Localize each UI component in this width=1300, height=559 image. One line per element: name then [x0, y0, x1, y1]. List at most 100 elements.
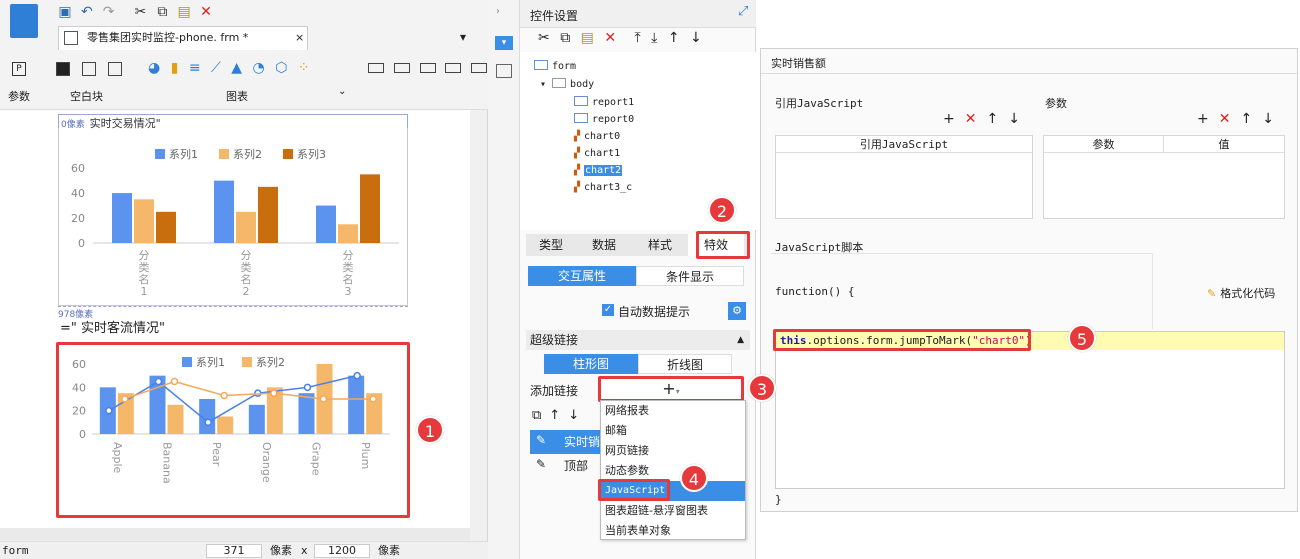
- param-down-icon[interactable]: ↓: [1262, 111, 1274, 127]
- brush-icon: ✎: [1207, 287, 1217, 300]
- tab-style[interactable]: 样式: [632, 234, 688, 256]
- x-tick-label: 名: [139, 272, 150, 286]
- tree-node-report1[interactable]: report1: [574, 94, 634, 111]
- horizontal-scrollbar[interactable]: [0, 528, 470, 540]
- x-tick-label: 类: [241, 260, 252, 274]
- cut-icon[interactable]: ✂: [131, 3, 149, 21]
- menu-web-report[interactable]: 网络报表: [601, 401, 745, 421]
- tree-node-body[interactable]: ▾ body: [540, 76, 594, 93]
- x-tick-label: 3: [345, 285, 352, 298]
- gauge-chart-icon[interactable]: ◔: [253, 60, 265, 76]
- combo-widget-icon[interactable]: [445, 63, 462, 73]
- move-down-icon[interactable]: ↓: [690, 30, 702, 46]
- pie-chart-icon[interactable]: ◕: [148, 60, 160, 76]
- ref-js-table[interactable]: 引用JavaScript: [775, 135, 1033, 219]
- chart-tab-line[interactable]: 折线图: [638, 354, 732, 374]
- copy-icon[interactable]: ⧉: [560, 30, 570, 46]
- subtab-interaction[interactable]: 交互属性: [528, 266, 636, 286]
- param-header: 参数: [1044, 136, 1164, 153]
- tab-type[interactable]: 类型: [526, 234, 576, 256]
- width-input[interactable]: 371: [206, 544, 262, 558]
- cut-icon[interactable]: ✂: [538, 30, 550, 46]
- tree-node-chart3[interactable]: ▞ chart3_c: [574, 179, 632, 196]
- tab-data[interactable]: 数据: [576, 234, 632, 256]
- menu-email[interactable]: 邮箱: [601, 421, 745, 441]
- menu-chart-float[interactable]: 图表超链-悬浮窗图表: [601, 501, 745, 521]
- tree-node-chart0[interactable]: ▞ chart0: [574, 128, 620, 145]
- code-editor[interactable]: this.options.form.jumpToMark("chart0"): [775, 331, 1285, 489]
- save-icon[interactable]: ▣: [56, 3, 74, 21]
- bar-chart-icon[interactable]: ▮: [171, 60, 179, 76]
- undo-icon[interactable]: ↶: [78, 3, 96, 21]
- add-param-icon[interactable]: +: [1197, 111, 1209, 127]
- add-link-label: 添加链接: [530, 384, 579, 398]
- label-widget-icon[interactable]: [393, 63, 410, 73]
- paste-icon[interactable]: ▤: [175, 3, 193, 21]
- scatter-chart-icon[interactable]: ⁘: [298, 60, 310, 76]
- step-badge-1: 1: [416, 416, 444, 444]
- pin-icon[interactable]: ▾: [460, 30, 466, 44]
- legend-label: 系列1: [169, 147, 198, 161]
- remove-param-icon[interactable]: ✕: [1219, 111, 1231, 127]
- param-up-icon[interactable]: ↑: [1240, 111, 1252, 127]
- remove-js-icon[interactable]: ✕: [965, 111, 977, 127]
- redo-icon[interactable]: ↷: [100, 3, 118, 21]
- gear-icon[interactable]: ⚙: [728, 302, 746, 320]
- delete-icon[interactable]: ✕: [197, 3, 215, 21]
- move-bottom-icon[interactable]: ⤓: [651, 30, 657, 46]
- subtab-condition[interactable]: 条件显示: [636, 266, 744, 286]
- tree-node-chart1[interactable]: ▞ chart1: [574, 145, 620, 162]
- link-up-icon[interactable]: ↑: [549, 408, 560, 423]
- component-icon[interactable]: [496, 64, 512, 78]
- line-chart-icon[interactable]: ⟋: [211, 60, 221, 76]
- expand-icon[interactable]: ⌄: [338, 86, 346, 97]
- menu-dynamic-param[interactable]: 动态参数: [601, 461, 745, 481]
- delete-icon[interactable]: ✕: [604, 30, 616, 46]
- tab-block-icon[interactable]: [81, 62, 96, 76]
- chart-tab-bar[interactable]: 柱形图: [544, 354, 638, 374]
- add-js-icon[interactable]: +: [943, 111, 955, 127]
- copy-link-icon[interactable]: ⧉: [532, 408, 541, 423]
- move-top-icon[interactable]: ⤒: [635, 30, 641, 46]
- file-tab-title: 零售集团实时监控-phone. frm *: [87, 31, 249, 44]
- copy-icon[interactable]: ⧉: [153, 3, 171, 21]
- link-down-icon[interactable]: ↓: [568, 408, 579, 423]
- pixel-marker-text: 0像素: [61, 120, 85, 130]
- menu-web-link[interactable]: 网页链接: [601, 441, 745, 461]
- height-input[interactable]: 1200: [314, 544, 370, 558]
- date-widget-icon[interactable]: [471, 63, 488, 73]
- tree-node-report0[interactable]: report0: [574, 111, 634, 128]
- widget-settings-icon[interactable]: ▾: [495, 36, 513, 50]
- edit-icon[interactable]: ✎: [536, 433, 546, 447]
- format-code-button[interactable]: ✎ 格式化代码: [1207, 285, 1275, 301]
- design-canvas[interactable]: 系列1 系列2 系列3 0 20 40 60 分类名 1 分类名 2 分类名 3 0像素 实时交易情况"…: [0, 110, 470, 528]
- step-badge-4: 4: [680, 464, 708, 492]
- move-up-icon[interactable]: ↑: [668, 30, 680, 46]
- bar-chart-1: 系列1 系列2 系列30204060分类名1分类名2分类名3: [71, 147, 399, 298]
- pin-panel-icon[interactable]: ⤢: [738, 4, 748, 19]
- file-tab[interactable]: 零售集团实时监控-phone. frm * ×: [58, 26, 308, 50]
- menu-current-form[interactable]: 当前表单对象: [601, 521, 745, 541]
- highlight-box-3: [598, 376, 744, 402]
- edit-icon-2[interactable]: ✎: [536, 457, 546, 471]
- report-block-icon[interactable]: [107, 62, 122, 76]
- area-chart-icon[interactable]: ▲: [231, 60, 242, 76]
- collapse-icon[interactable]: ›: [496, 6, 500, 17]
- textbox-widget-icon[interactable]: [368, 63, 384, 73]
- js-up-icon[interactable]: ↑: [986, 111, 998, 127]
- number-widget-icon[interactable]: [419, 63, 436, 73]
- app-menu-icon[interactable]: [10, 4, 38, 38]
- absolute-block-icon[interactable]: [56, 62, 70, 76]
- params-table[interactable]: 参数 值: [1043, 135, 1285, 219]
- tree-node-form[interactable]: form: [534, 58, 576, 75]
- stacked-chart-icon[interactable]: ≡: [189, 60, 201, 76]
- js-down-icon[interactable]: ↓: [1008, 111, 1020, 127]
- tree-node-chart2[interactable]: ▞ chart2: [574, 162, 623, 179]
- close-tab-icon[interactable]: ×: [295, 27, 304, 49]
- chart-widget-1[interactable]: 系列1 系列2 系列3 0 20 40 60 分类名 1 分类名 2 分类名 3: [58, 120, 408, 306]
- ribbon-chart-label: 图表: [226, 90, 248, 103]
- radar-chart-icon[interactable]: ⬡: [275, 60, 287, 76]
- auto-tip-checkbox[interactable]: ✓: [602, 304, 614, 316]
- param-icon[interactable]: P: [12, 62, 26, 76]
- paste-icon[interactable]: ▤: [581, 30, 594, 46]
